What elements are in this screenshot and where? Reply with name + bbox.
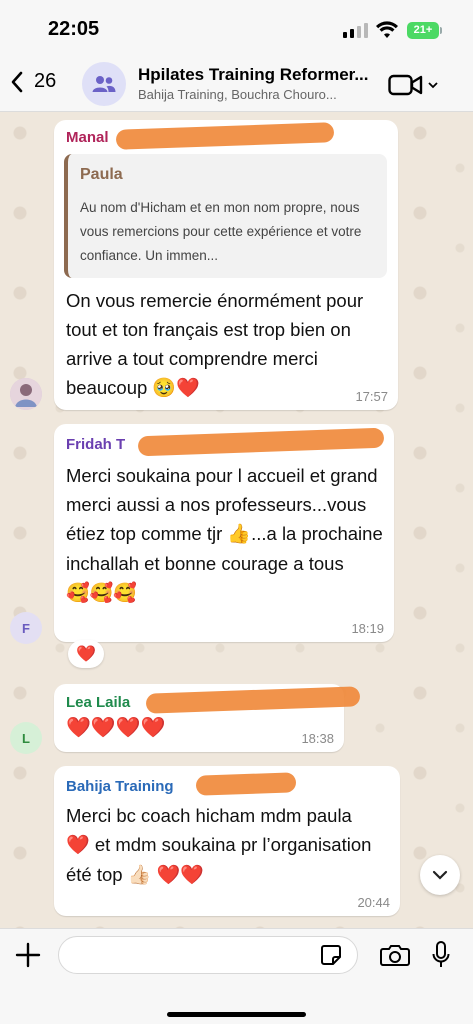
status-time: 22:05 xyxy=(48,18,100,40)
message-time: 18:19 xyxy=(351,621,384,636)
message-text: On vous remercie énormément pour tout et… xyxy=(66,286,386,403)
message-body: Merci bc coach hicham mdm paula xyxy=(66,805,352,826)
microphone-icon[interactable] xyxy=(432,941,450,969)
redaction-mark xyxy=(115,122,335,150)
camera-icon[interactable] xyxy=(380,943,410,967)
sender-avatar[interactable]: L xyxy=(10,722,42,754)
message-time: 17:57 xyxy=(355,389,388,404)
redaction-mark xyxy=(145,686,361,714)
quoted-text: Au nom d'Hicham et en mon nom propre, no… xyxy=(80,200,362,263)
quoted-message[interactable]: Paula Au nom d'Hicham et en mon nom prop… xyxy=(64,154,387,278)
quoted-sender: Paula xyxy=(80,166,123,183)
chevron-down-icon xyxy=(428,82,438,89)
battery-tip xyxy=(440,27,442,34)
chevron-left-icon xyxy=(11,71,23,92)
wifi-icon xyxy=(376,21,398,38)
group-avatar[interactable] xyxy=(82,62,126,106)
message-text: Merci bc coach hicham mdm paula ❤️ et md… xyxy=(66,801,396,890)
plus-icon xyxy=(15,942,41,968)
sender-avatar[interactable]: F xyxy=(10,612,42,644)
message-bubble[interactable]: Manal Paula Au nom d'Hicham et en mon no… xyxy=(54,120,398,410)
message-sender[interactable]: Manal xyxy=(66,129,109,146)
status-bar: 22:05 21+ xyxy=(0,0,473,56)
message-text: Merci soukaina pour l accueil et grand m… xyxy=(66,461,386,608)
sticker-icon[interactable] xyxy=(320,944,342,966)
unread-count: 26 xyxy=(34,70,57,92)
person-icon xyxy=(10,378,42,410)
message-body: On vous remercie énormément pour tout et… xyxy=(66,290,364,398)
message-bubble[interactable]: Lea Laila ❤️❤️❤️❤️ 18:38 xyxy=(54,684,361,752)
message-sender[interactable]: Fridah T xyxy=(66,436,125,453)
message-sender[interactable]: Lea Laila xyxy=(66,694,130,711)
redaction-mark xyxy=(137,427,385,457)
chat-header: 26 Hpilates Training Reformer... Bahija … xyxy=(0,56,473,112)
chevron-down-icon xyxy=(432,870,448,880)
signal-icon xyxy=(343,22,368,38)
message-time: 18:38 xyxy=(301,731,334,746)
message-body-cont: et mdm soukaina pr l’organisation été to… xyxy=(66,834,372,885)
battery-icon: 21+ xyxy=(407,22,439,39)
scroll-to-bottom-button[interactable] xyxy=(420,855,460,895)
avatar-letter: F xyxy=(22,620,30,636)
emoji: 🥰🥰🥰 xyxy=(66,583,137,604)
message-bubble[interactable]: Fridah T Merci soukaina pour l accueil e… xyxy=(54,424,394,642)
video-camera-icon xyxy=(388,74,423,96)
video-call-button[interactable] xyxy=(388,72,440,98)
chat-participants[interactable]: Bahija Training, Bouchra Chouro... xyxy=(138,87,378,102)
message-reaction[interactable]: ❤️ xyxy=(68,640,104,668)
redaction-mark xyxy=(195,772,297,796)
message-time: 20:44 xyxy=(357,895,390,910)
heart-emoji: ❤️ xyxy=(66,835,90,856)
sender-avatar[interactable] xyxy=(10,378,42,410)
thumbs-up-emoji: 👍 xyxy=(227,524,252,545)
emoji: 🥹❤️ xyxy=(152,378,200,399)
back-button[interactable]: 26 xyxy=(10,70,56,93)
message-text: ❤️❤️❤️❤️ xyxy=(66,717,166,739)
home-indicator xyxy=(167,1012,306,1017)
chat-title[interactable]: Hpilates Training Reformer... xyxy=(138,65,378,85)
avatar-letter: L xyxy=(22,730,30,746)
message-bubble[interactable]: Bahija Training Merci bc coach hicham md… xyxy=(54,766,400,916)
group-icon xyxy=(92,76,116,92)
message-input[interactable] xyxy=(58,936,358,974)
message-sender[interactable]: Bahija Training xyxy=(66,778,174,795)
composer-bar xyxy=(0,928,473,1024)
attach-button[interactable] xyxy=(14,941,42,974)
emoji: 👍🏻 ❤️❤️ xyxy=(127,865,204,886)
